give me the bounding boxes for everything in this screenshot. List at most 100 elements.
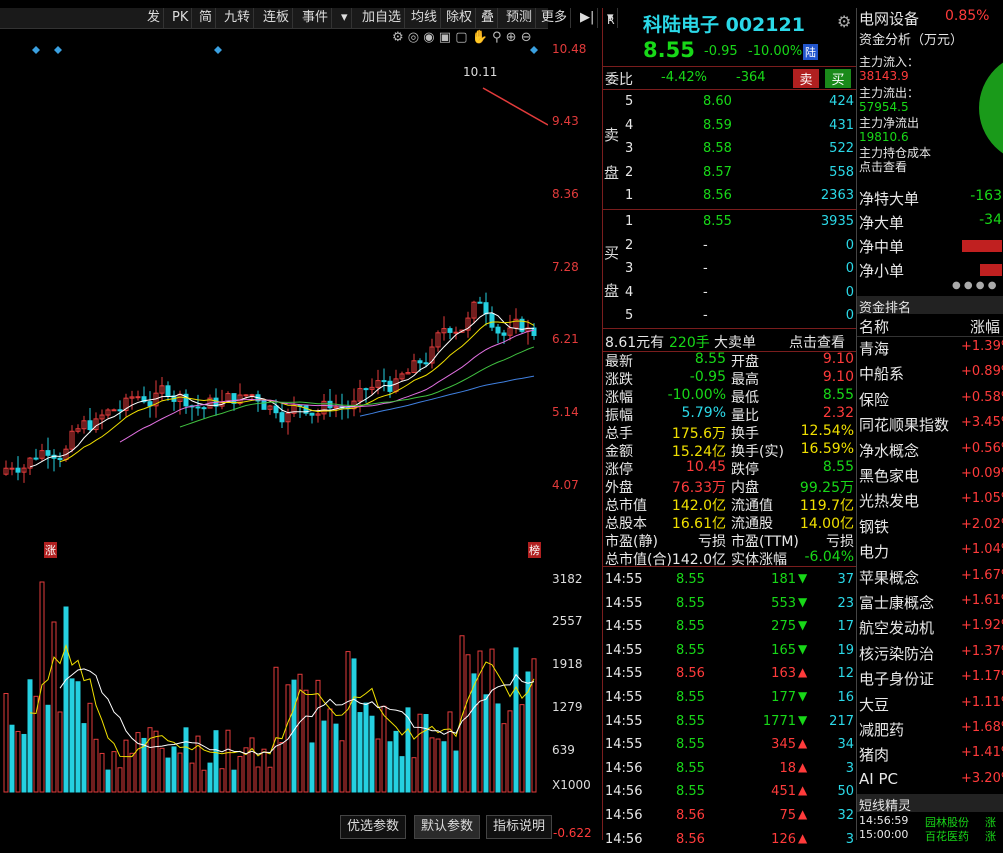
rank-name: 苹果概念 xyxy=(859,568,920,587)
toolbar-button[interactable]: 均线 xyxy=(408,8,442,28)
toolbar-button[interactable]: 连板 xyxy=(260,8,294,28)
tick-row[interactable]: 14:56 8.55 18 ▲ 3 xyxy=(603,759,856,782)
tab-default-params[interactable]: 默认参数 xyxy=(414,815,481,839)
tick-row[interactable]: 14:55 8.55 345 ▲ 34 xyxy=(603,735,856,758)
target-icon[interactable]: ◎ xyxy=(408,30,419,45)
rank-item[interactable]: 猪肉 +1.41% xyxy=(857,743,1003,768)
rank-item[interactable]: 黑色家电 +0.09% xyxy=(857,464,1003,489)
bid-level[interactable]: 1 8.55 3935 xyxy=(603,212,856,235)
stat-label: 开盘 xyxy=(731,354,759,370)
limit-up-tag[interactable]: 涨 xyxy=(44,542,57,558)
tick-row[interactable]: 14:55 8.55 1771 ▼ 217 xyxy=(603,712,856,735)
hold-cost-link[interactable]: 点击查看 xyxy=(859,158,907,175)
rank-item[interactable]: 钢铁 +2.02% xyxy=(857,515,1003,540)
toolbar-button[interactable]: 更多 xyxy=(538,8,572,28)
big-order-row[interactable]: 8.61元有 220手 大卖单 点击查看 xyxy=(603,328,856,352)
toolbar-button[interactable]: 简 xyxy=(196,8,217,28)
ask-level[interactable]: 2 8.57 558 xyxy=(603,163,856,186)
zoom-in-icon[interactable]: ⊕ xyxy=(506,30,517,45)
rank-item[interactable]: 净水概念 +0.56% xyxy=(857,439,1003,464)
eye-icon[interactable]: ◉ xyxy=(423,30,434,45)
volume-svg[interactable] xyxy=(0,562,548,794)
hand-icon[interactable]: ✋ xyxy=(472,30,488,45)
rank-tag[interactable]: 榜 xyxy=(528,542,541,558)
rank-item[interactable]: 大豆 +1.11% xyxy=(857,693,1003,718)
bid-level[interactable]: 5 - 0 xyxy=(603,306,856,329)
rank-item[interactable]: 保险 +0.58% xyxy=(857,388,1003,413)
tick-row[interactable]: 14:56 8.56 126 ▲ 3 xyxy=(603,830,856,853)
tick-row[interactable]: 14:56 8.55 451 ▲ 50 xyxy=(603,782,856,805)
tick-row[interactable]: 14:55 8.55 165 ▼ 19 xyxy=(603,641,856,664)
rank-item[interactable]: 光热发电 +1.05% xyxy=(857,489,1003,514)
stat-label: 市盈(静) xyxy=(605,534,658,550)
bid-level[interactable]: 2 - 0 xyxy=(603,236,856,259)
tick-row[interactable]: 14:55 8.55 275 ▼ 17 xyxy=(603,617,856,640)
toolbar-button[interactable]: 预测 xyxy=(503,8,537,28)
volume-bar xyxy=(459,635,465,793)
short-name[interactable]: 百花医药 xyxy=(925,828,969,844)
rank-col-pct[interactable]: 涨幅 xyxy=(970,316,1000,337)
sector-name[interactable]: 电网设备 xyxy=(859,8,919,29)
rank-col-name[interactable]: 名称 xyxy=(859,316,889,337)
arrow-down-icon: ▼ xyxy=(798,641,808,656)
tick-row[interactable]: 14:55 8.55 553 ▼ 23 xyxy=(603,594,856,617)
volume-bar xyxy=(387,741,393,793)
sell-button[interactable]: 卖 xyxy=(793,69,819,88)
screen-icon[interactable]: ▢ xyxy=(455,30,467,45)
volume-bar xyxy=(177,752,183,793)
toolbar-button[interactable]: 发 xyxy=(144,8,165,28)
tick-row[interactable]: 14:55 8.55 177 ▼ 16 xyxy=(603,688,856,711)
bag-icon[interactable]: ▣ xyxy=(439,30,451,45)
big-order-link[interactable]: 点击查看 xyxy=(789,332,845,352)
toolbar-button[interactable]: PK xyxy=(169,8,193,28)
rank-name: 富士康概念 xyxy=(859,594,935,612)
flow-pager[interactable]: ● ● ● ● xyxy=(952,280,996,291)
rank-item[interactable]: 中船系 +0.89% xyxy=(857,362,1003,387)
change: -0.95 xyxy=(704,44,738,59)
toolbar-button[interactable]: ▶| xyxy=(577,8,599,28)
fund-title: 资金分析（万元） xyxy=(859,33,964,48)
bid-level[interactable]: 3 - 0 xyxy=(603,259,856,282)
bid-volume: 0 xyxy=(845,261,854,276)
settings-icon[interactable]: ⚙ xyxy=(392,30,404,45)
toolbar-button[interactable]: 除权 xyxy=(443,8,477,28)
rank-item[interactable]: 电力 +1.04% xyxy=(857,540,1003,565)
volume-bar xyxy=(441,741,447,793)
stock-name[interactable]: 科陆电子 002121 xyxy=(643,10,805,37)
tab-indicator-help[interactable]: 指标说明 xyxy=(486,815,553,839)
rank-item[interactable]: 电子身份证 +1.17% xyxy=(857,667,1003,692)
ask-level[interactable]: 3 8.58 522 xyxy=(603,139,856,162)
rank-item[interactable]: 航空发动机 +1.92% xyxy=(857,616,1003,641)
tab-optimal-params[interactable]: 优选参数 xyxy=(340,815,407,839)
tick-row[interactable]: 14:55 8.56 163 ▲ 12 xyxy=(603,664,856,687)
tick-row[interactable]: 14:56 8.56 75 ▲ 32 xyxy=(603,806,856,829)
kline-svg[interactable] xyxy=(0,30,549,560)
ask-price: 8.56 xyxy=(703,188,732,203)
rank-item[interactable]: 富士康概念 +1.61% xyxy=(857,591,1003,616)
toolbar-button[interactable]: 加自选 xyxy=(359,8,406,28)
buy-button[interactable]: 买 xyxy=(825,69,851,88)
ask-level[interactable]: 4 8.59 431 xyxy=(603,116,856,139)
settings-icon[interactable]: ⚙ xyxy=(837,12,851,31)
toolbar-button[interactable]: 事件 xyxy=(299,8,333,28)
pin-icon[interactable]: ⚲ xyxy=(492,30,502,45)
rank-item[interactable]: 核污染防治 +1.37% xyxy=(857,642,1003,667)
volume-bar xyxy=(171,746,177,793)
rank-item[interactable]: 减肥药 +1.68% xyxy=(857,718,1003,743)
rank-item[interactable]: 青海 +1.39% xyxy=(857,337,1003,362)
rank-item[interactable]: 同花顺果指数 +3.45% xyxy=(857,413,1003,438)
rank-item[interactable]: 苹果概念 +1.67% xyxy=(857,566,1003,591)
toolbar-button[interactable]: 叠 xyxy=(478,8,499,28)
chart-toolbar: 发 PK 简九转 连板 事件 ▾ 加自选 均线 除权叠预测 更多 ▶| ▾ xyxy=(0,8,618,29)
ask-level[interactable]: 1 8.56 2363 xyxy=(603,186,856,209)
tick-row[interactable]: 14:55 8.55 181 ▼ 37 xyxy=(603,570,856,593)
stat-label: 总手 xyxy=(605,426,633,442)
zoom-out-icon[interactable]: ⊖ xyxy=(521,30,532,45)
volume-chart[interactable]: 3182 2557 1918 1279 639 X1000 xyxy=(0,562,591,794)
toolbar-button[interactable]: 九转 xyxy=(221,8,255,28)
rank-item[interactable]: AI PC +3.20% xyxy=(857,769,1003,794)
kline-chart[interactable]: ⚙ ◎ ◉ ▣ ▢ ✋ ⚲ ⊕ ⊖ 10.48 9.43 8.36 7.28 6… xyxy=(0,30,586,560)
bid-level[interactable]: 4 - 0 xyxy=(603,283,856,306)
ask-level[interactable]: 5 8.60 424 xyxy=(603,92,856,115)
toolbar-button[interactable]: ▾ xyxy=(338,8,352,28)
